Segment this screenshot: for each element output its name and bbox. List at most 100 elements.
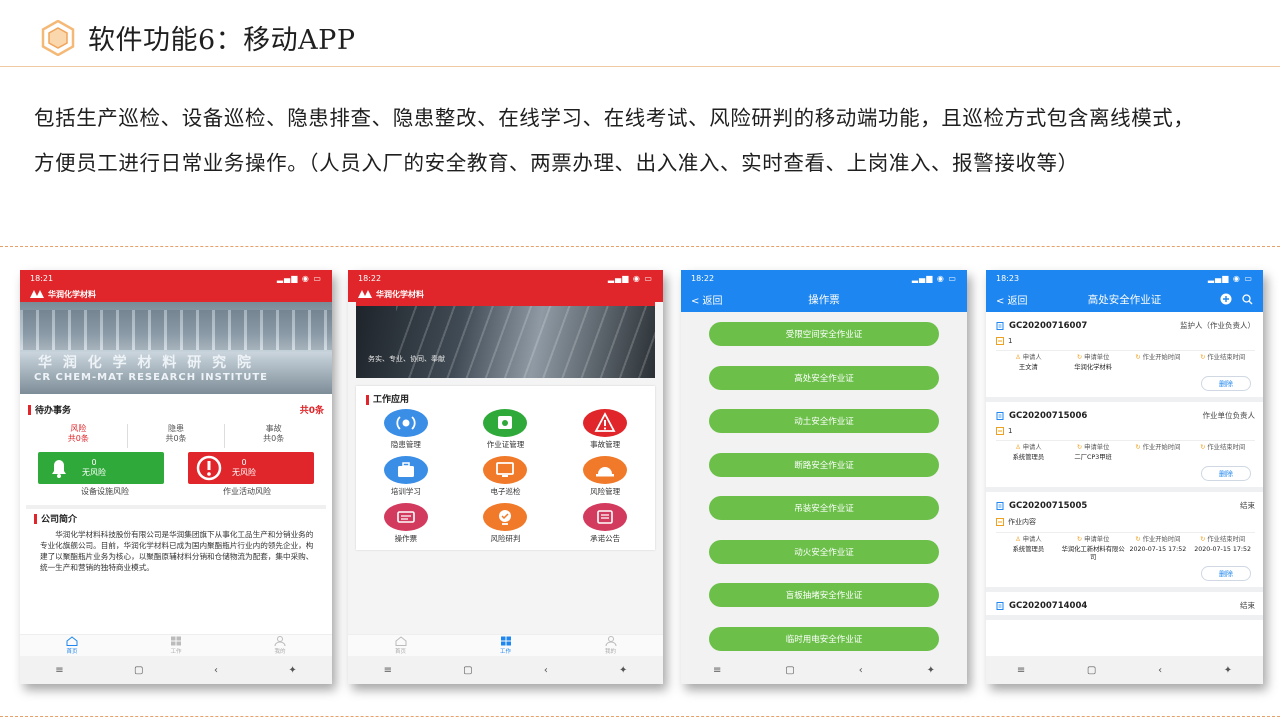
stat-accident[interactable]: 事故 共0条 [225, 424, 322, 448]
user-icon [605, 636, 616, 646]
app-icon-circle [583, 456, 628, 484]
navigation-header: < 返回 高处安全作业证 [986, 286, 1263, 312]
assist-icon[interactable]: ✦ [288, 665, 296, 676]
permit-button[interactable]: 受限空间安全作业证 [709, 322, 939, 346]
broadcast-icon [396, 416, 416, 430]
permit-button[interactable]: 动土安全作业证 [709, 409, 939, 433]
equipment-risk-button[interactable]: 0 无风险 [38, 452, 164, 484]
permit-button[interactable]: 高处安全作业证 [709, 365, 939, 390]
add-icon[interactable] [1220, 293, 1232, 305]
tab-mine[interactable]: 我的 [558, 635, 663, 656]
helmet-icon [596, 467, 615, 477]
stat-risk[interactable]: 风险 共0条 [30, 424, 128, 448]
back-button[interactable]: < 返回 [996, 292, 1028, 307]
assist-icon[interactable]: ✦ [1224, 665, 1232, 676]
todo-count: 共0条 [299, 405, 324, 416]
permit-button[interactable]: 动火安全作业证 [709, 539, 939, 564]
app-tile[interactable]: 风险管理 [555, 456, 655, 497]
tab-work[interactable]: 工作 [453, 635, 558, 656]
app-label: 事故管理 [590, 440, 621, 449]
app-tile[interactable]: 培训学习 [356, 456, 456, 497]
permit-role: 监护人（作业负责人） [1180, 321, 1255, 330]
app-label: 隐患管理 [390, 440, 421, 449]
permit-details: ♙ 申请人 系统管理员 ↻ 申请单位 二厂CP3甲班 ↻ 作业开始时间 ↻ 作业结束时间 [996, 440, 1255, 462]
permit-button[interactable]: 吊装安全作业证 [709, 496, 939, 520]
dashed-divider-bottom [0, 716, 1280, 717]
home-icon [66, 636, 78, 646]
detail-end: ↻ 作业结束时间 [1200, 354, 1246, 361]
tab-home[interactable]: 首页 [20, 635, 124, 656]
ticket-icon [397, 511, 415, 523]
delete-button[interactable]: 删除 [1201, 466, 1251, 481]
brand-bar: 华润化学材料 [348, 286, 663, 302]
permit-card[interactable]: GC20200714004 结束 [986, 596, 1263, 620]
phone-height-permit-screen: 18:23 ▂▄▆ ◉ ▭ < 返回 高处安全作业证 GC20200716007… [986, 270, 1263, 684]
status-time: 18:22 [691, 273, 715, 283]
permit-card[interactable]: GC20200715006 作业单位负责人 1 ♙ 申请人 系统管理员 ↻ 申请单位 二厂CP3… [986, 406, 1263, 492]
back-chevron-icon[interactable]: ‹ [544, 665, 548, 676]
home-square-icon[interactable]: ▢ [134, 665, 143, 676]
app-grid: 隐患管理 作业证管理 事故管理培训学习 电子巡检 风险管理操作票 风险研判 承诺公告 [356, 409, 655, 544]
document-icon [996, 411, 1004, 420]
tab-home[interactable]: 首页 [348, 635, 453, 656]
back-chevron-icon[interactable]: ‹ [859, 665, 863, 676]
permit-card-list: GC20200716007 监护人（作业负责人） 1 ♙ 申请人 王文清 ↻ 申请单位 华润化学… [986, 316, 1263, 620]
bottom-tabbar: 首页 工作 我的 [348, 634, 663, 656]
brand-name: 华润化学材料 [376, 289, 424, 299]
menu-icon[interactable]: ≡ [1017, 665, 1025, 676]
app-icon-circle [583, 409, 628, 437]
delete-button[interactable]: 删除 [1201, 376, 1251, 391]
back-chevron-icon[interactable]: ‹ [214, 665, 218, 676]
app-tile[interactable]: 事故管理 [555, 409, 655, 450]
home-square-icon[interactable]: ▢ [785, 665, 794, 676]
app-tile[interactable]: 隐患管理 [356, 409, 456, 450]
app-icon-circle [383, 409, 428, 437]
app-tile[interactable]: 作业证管理 [456, 409, 556, 450]
back-chevron-icon[interactable]: ‹ [1158, 665, 1162, 676]
permit-card[interactable]: GC20200715005 结束 作业内容 ♙ 申请人 系统管理员 ↻ 申请单位 华润化工新材料… [986, 496, 1263, 592]
permit-button[interactable]: 临时用电安全作业证 [709, 626, 939, 651]
person-icon: ♙ [1015, 536, 1021, 543]
permit-list: 受限空间安全作业证 高处安全作业证 动土安全作业证 断路安全作业证 吊装安全作业证 动火安… [681, 312, 967, 672]
banner-slogan: 务实、专业、协同、奉献 [368, 355, 445, 363]
tab-mine[interactable]: 我的 [228, 635, 332, 656]
refresh-icon: ↻ [1135, 444, 1141, 451]
back-button[interactable]: < 返回 [691, 292, 723, 307]
stat-hazard[interactable]: 隐患 共0条 [128, 424, 226, 448]
status-bar: 18:22 ▂▄▆ ◉ ▭ [681, 270, 967, 286]
search-icon[interactable] [1242, 293, 1253, 305]
assist-icon[interactable]: ✦ [619, 665, 627, 676]
grid-icon [171, 636, 181, 646]
permit-button[interactable]: 盲板抽堵安全作业证 [709, 583, 939, 607]
todo-header[interactable]: 待办事务 共0条 [20, 398, 332, 420]
menu-icon[interactable]: ≡ [55, 665, 63, 676]
activity-risk-button[interactable]: 0 无风险 [188, 452, 314, 484]
app-tile[interactable]: 风险研判 [456, 503, 556, 544]
permit-card[interactable]: GC20200716007 监护人（作业负责人） 1 ♙ 申请人 王文清 ↻ 申请单位 华润化学… [986, 316, 1263, 402]
tab-work[interactable]: 工作 [124, 635, 228, 656]
app-tile[interactable]: 操作票 [356, 503, 456, 544]
edit-icon [996, 518, 1004, 526]
menu-icon[interactable]: ≡ [384, 665, 392, 676]
app-tile[interactable]: 承诺公告 [555, 503, 655, 544]
home-square-icon[interactable]: ▢ [1087, 665, 1096, 676]
page-title: 操作票 [808, 293, 840, 306]
home-square-icon[interactable]: ▢ [463, 665, 472, 676]
delete-button[interactable]: 删除 [1201, 566, 1251, 581]
permit-id: GC20200715005 [1009, 500, 1088, 511]
status-time: 18:23 [996, 273, 1020, 283]
intro-paragraph: 包括生产巡检、设备巡检、隐患排查、隐患整改、在线学习、在线考试、风险研判的移动端… [34, 106, 1195, 175]
permit-button[interactable]: 断路安全作业证 [709, 452, 939, 477]
permit-role: 作业单位负责人 [1202, 411, 1256, 420]
document-icon [996, 501, 1004, 510]
assist-icon[interactable]: ✦ [927, 665, 935, 676]
signal-battery-icon: ▂▄▆ ◉ ▭ [607, 273, 653, 283]
detail-applicant: ♙ 申请人 系统管理员 [1012, 536, 1045, 553]
risk-buttons: 0 无风险 0 无风险 [38, 452, 314, 484]
menu-icon[interactable]: ≡ [713, 665, 721, 676]
detail-start: ↻ 作业开始时间 2020-07-15 17:52 [1129, 536, 1187, 553]
permit-content: 作业内容 [1008, 518, 1036, 526]
app-tile[interactable]: 电子巡检 [456, 456, 556, 497]
certificate-icon [498, 416, 513, 429]
refresh-icon: ↻ [1200, 444, 1206, 451]
